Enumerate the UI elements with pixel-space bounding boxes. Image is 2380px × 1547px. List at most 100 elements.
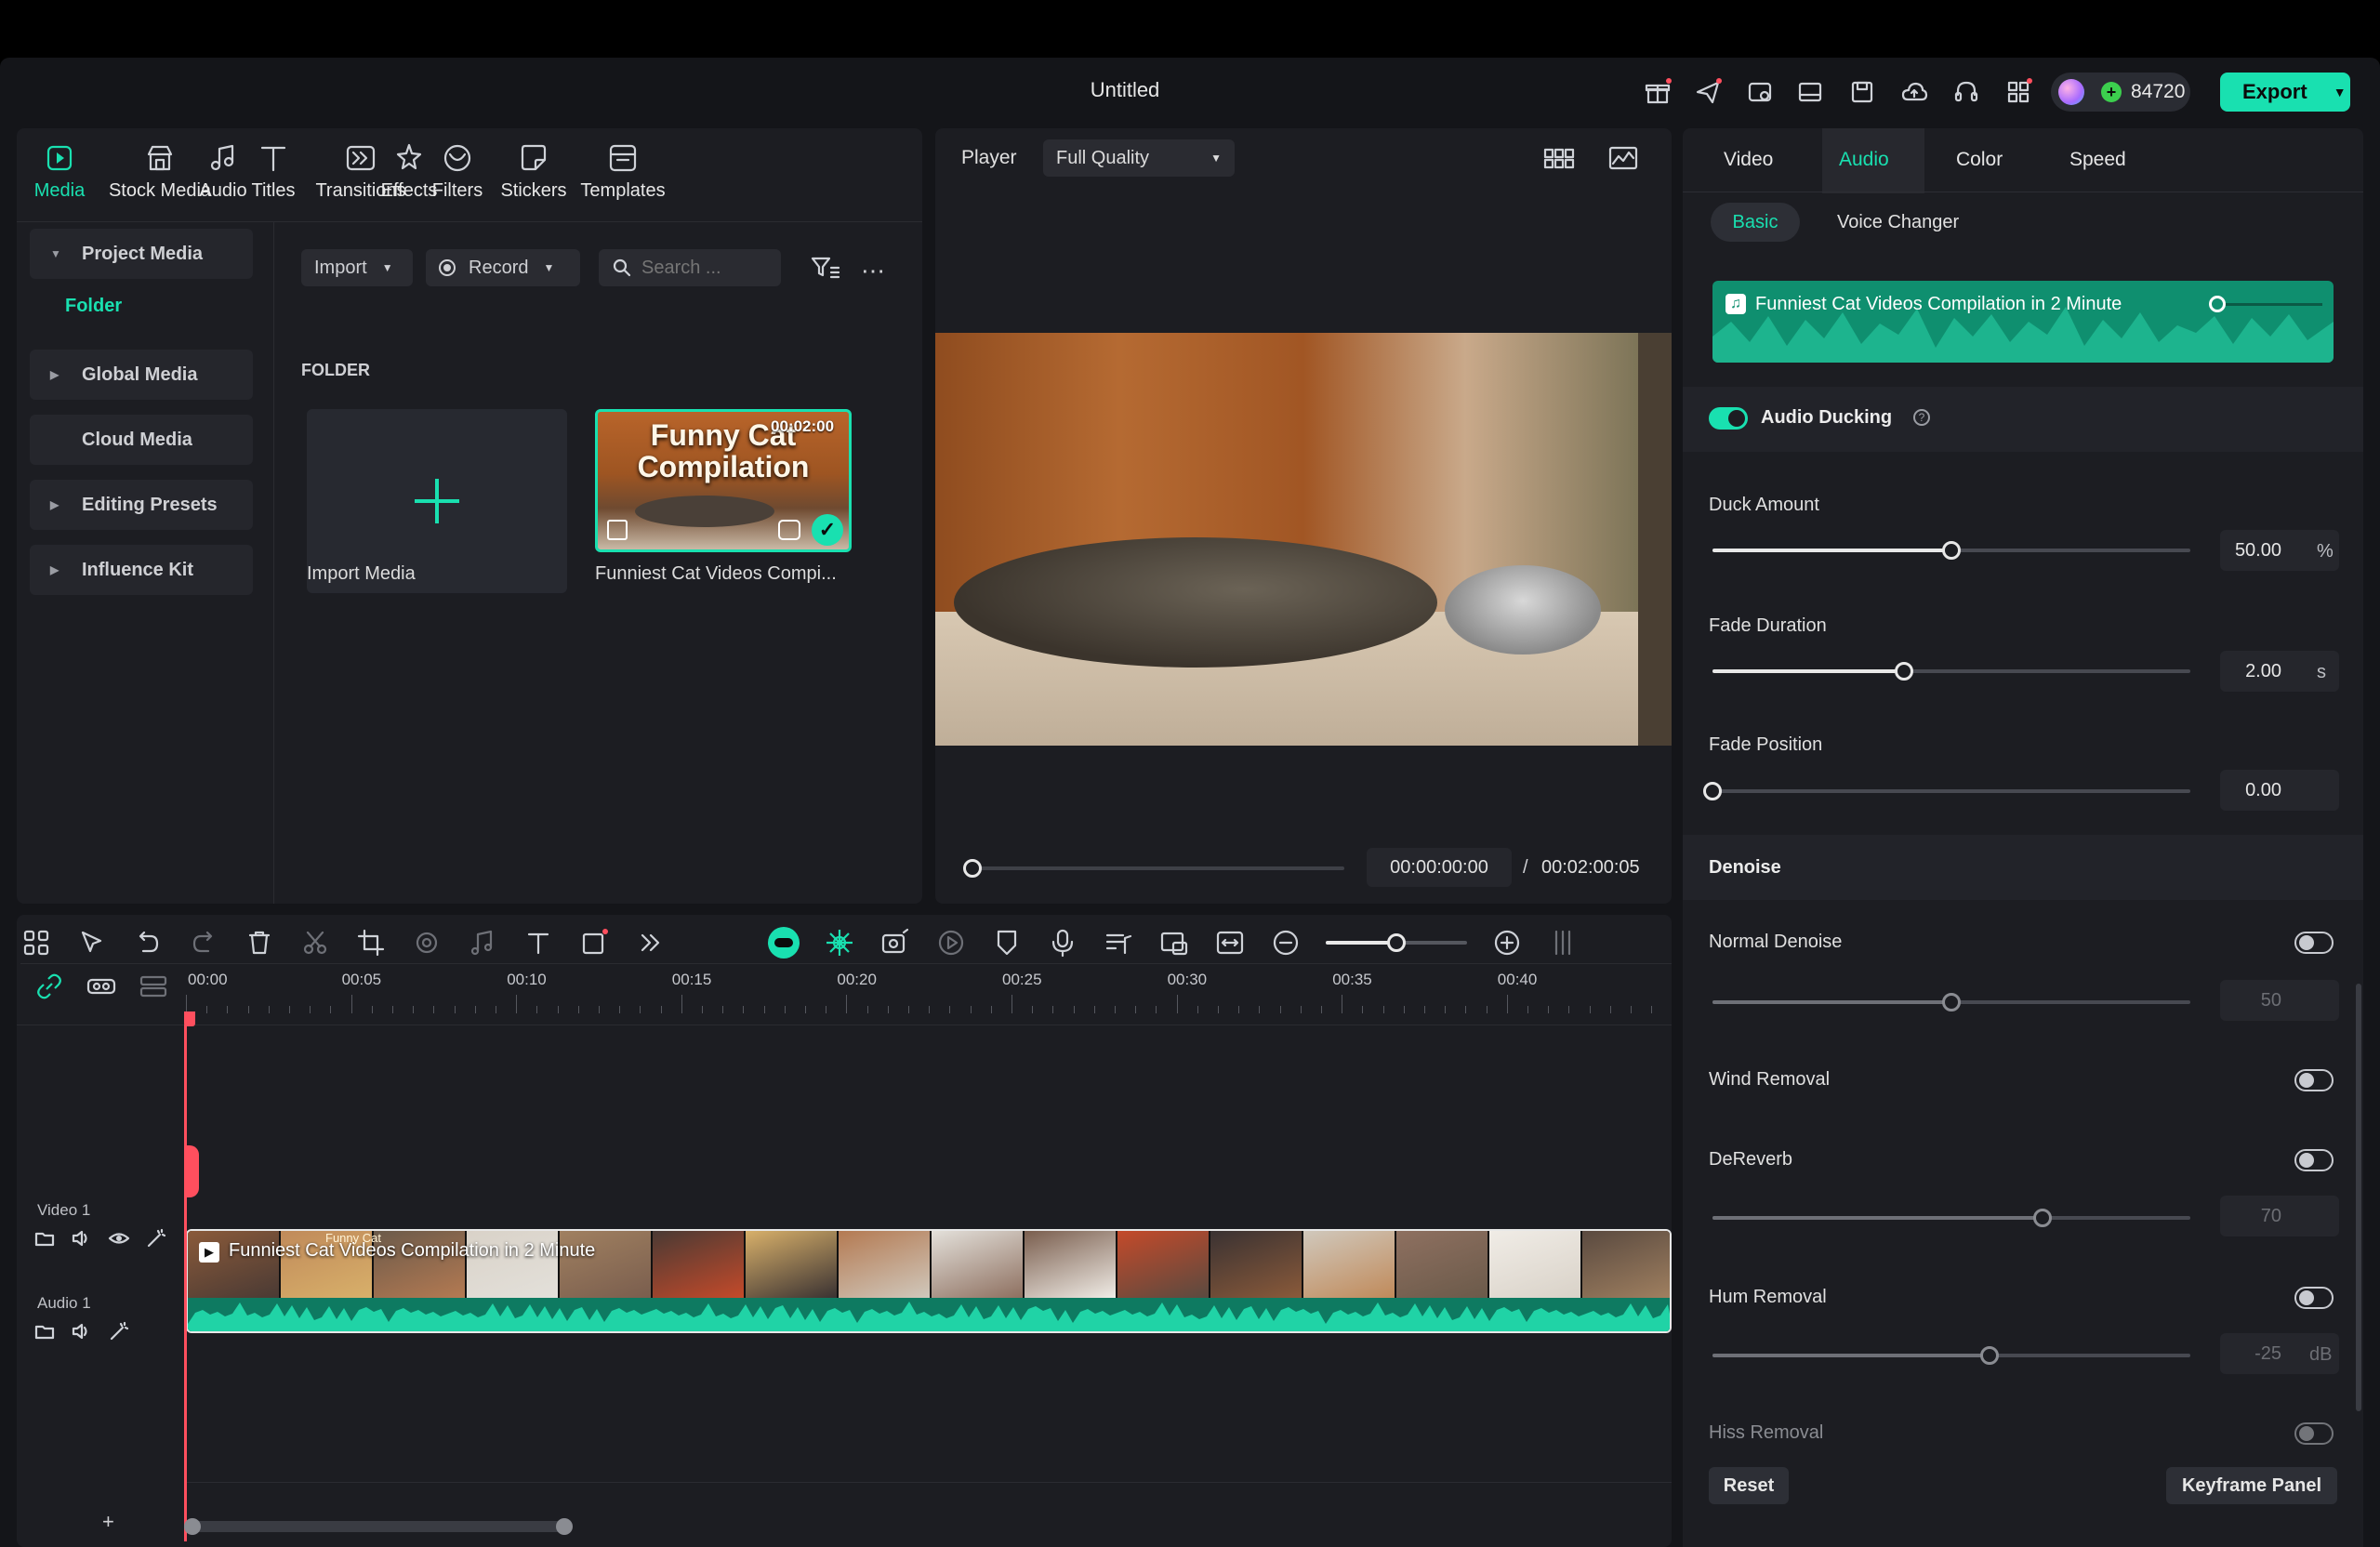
apps-grid-icon[interactable] — [2004, 78, 2032, 106]
audio-waveform-card[interactable]: ♫ Funniest Cat Videos Compilation in 2 M… — [1712, 281, 2334, 363]
tab-templates[interactable]: Templates — [571, 141, 675, 202]
undo-icon[interactable] — [132, 927, 164, 959]
timeline-ruler[interactable]: 00:00 00:05 00:10 00:15 00:20 00:25 00:30 00:35… — [186, 971, 1672, 1025]
chevron-down-icon[interactable]: ▼ — [2334, 85, 2347, 99]
scopes-icon[interactable] — [1608, 145, 1638, 171]
playhead-marker[interactable] — [184, 1145, 199, 1197]
sidebar-item-folder[interactable]: Folder — [65, 296, 122, 317]
dereverb-toggle[interactable] — [2294, 1149, 2334, 1171]
mark-icon[interactable] — [991, 927, 1023, 959]
gift-icon[interactable] — [1644, 78, 1672, 106]
normal-denoise-value[interactable]: 50 — [2220, 980, 2339, 1021]
microphone-icon[interactable] — [1047, 927, 1078, 959]
import-button[interactable]: Import ▼ — [301, 249, 413, 286]
auto-edit-icon[interactable] — [145, 1227, 167, 1250]
speaker-icon[interactable] — [71, 1227, 93, 1250]
redo-icon[interactable] — [188, 927, 219, 959]
sidebar-item-project-media[interactable]: ▼ Project Media — [30, 229, 253, 279]
delete-icon[interactable] — [244, 927, 275, 959]
progress-knob[interactable] — [963, 859, 982, 878]
folder-icon[interactable] — [33, 1227, 56, 1250]
auto-edit-icon[interactable] — [108, 1320, 130, 1342]
grid-view-icon[interactable] — [1543, 147, 1575, 169]
auto-reframe-icon[interactable] — [879, 927, 911, 959]
timeline-scrollbar[interactable] — [184, 1518, 573, 1535]
record-button[interactable]: Record ▼ — [426, 249, 580, 286]
tab-color[interactable]: Color — [1956, 149, 2003, 171]
sidebar-item-influence-kit[interactable]: ▶ Influence Kit — [30, 545, 253, 595]
pip-icon[interactable] — [1158, 927, 1190, 959]
media-library-icon[interactable] — [1746, 78, 1774, 106]
speaker-icon[interactable] — [71, 1320, 93, 1342]
shape-tool-icon[interactable] — [578, 927, 610, 959]
playhead[interactable] — [184, 1025, 187, 1541]
more-tools-icon[interactable] — [634, 927, 666, 959]
quality-select[interactable]: Full Quality ▼ — [1043, 139, 1235, 177]
playhead-handle[interactable] — [184, 1012, 195, 1026]
layout-icon[interactable] — [1796, 78, 1824, 106]
add-track-icon[interactable]: + — [102, 1510, 114, 1534]
layout-grid-icon[interactable] — [20, 927, 52, 959]
link-icon[interactable] — [33, 972, 65, 1000]
dereverb-slider[interactable] — [1712, 1209, 2190, 1227]
filter-sort-icon[interactable] — [811, 255, 840, 281]
audio-mixer-icon[interactable] — [1103, 927, 1134, 959]
normal-denoise-slider[interactable] — [1712, 993, 2190, 1012]
subtab-basic[interactable]: Basic — [1711, 203, 1800, 242]
clip-volume-knob[interactable] — [2209, 296, 2226, 312]
fit-timeline-icon[interactable] — [1214, 927, 1246, 959]
keyframe-panel-button[interactable]: Keyframe Panel — [2166, 1467, 2337, 1504]
subtab-voice-changer[interactable]: Voice Changer — [1837, 212, 1959, 233]
headset-icon[interactable] — [1952, 78, 1980, 106]
tab-filters[interactable]: Filters — [415, 141, 500, 202]
fade-position-slider[interactable] — [1703, 782, 2190, 800]
text-tool-icon[interactable] — [522, 927, 554, 959]
search-field[interactable] — [599, 249, 781, 286]
wind-removal-toggle[interactable] — [2294, 1069, 2334, 1091]
folder-icon[interactable] — [33, 1320, 56, 1342]
sidebar-item-cloud-media[interactable]: Cloud Media — [30, 415, 253, 465]
playback-progress[interactable] — [963, 859, 1344, 878]
sidebar-item-editing-presets[interactable]: ▶ Editing Presets — [30, 480, 253, 530]
hum-removal-slider[interactable] — [1712, 1346, 2190, 1365]
ai-object-icon[interactable] — [411, 927, 443, 959]
video-clip[interactable]: Funniest Cat Videos Compilation in 2 Min… — [186, 1229, 1672, 1333]
tab-stickers[interactable]: Stickers — [491, 141, 576, 202]
zoom-slider[interactable] — [1326, 933, 1467, 952]
snap-icon[interactable] — [824, 927, 855, 959]
properties-scrollbar[interactable] — [2356, 984, 2361, 1411]
ai-assistant-icon[interactable] — [768, 927, 800, 959]
tab-titles[interactable]: Titles — [231, 141, 316, 202]
chain-clip-icon[interactable] — [86, 972, 117, 1000]
zoom-out-icon[interactable] — [1270, 927, 1302, 959]
export-button[interactable]: Export ▼ — [2220, 73, 2350, 112]
crop-icon[interactable] — [355, 927, 387, 959]
audio-ducking-toggle[interactable] — [1709, 407, 1748, 430]
save-icon[interactable] — [1848, 78, 1876, 106]
credits-badge[interactable]: + 84720 — [2051, 73, 2190, 112]
clip-thumbnail[interactable]: Funny Cat Compilation 00:02:00 ✓ — [595, 409, 852, 552]
tab-audio[interactable]: Audio — [1839, 149, 1889, 171]
video-preview[interactable] — [935, 333, 1672, 746]
hum-removal-toggle[interactable] — [2294, 1287, 2334, 1309]
fade-position-value[interactable]: 0.00 — [2220, 770, 2339, 811]
sidebar-item-global-media[interactable]: ▶ Global Media — [30, 350, 253, 400]
track-layout-icon[interactable] — [1547, 927, 1579, 959]
avatar[interactable] — [2058, 79, 2084, 105]
zoom-in-icon[interactable] — [1491, 927, 1523, 959]
tab-media[interactable]: Media — [17, 141, 102, 202]
fade-duration-slider[interactable] — [1712, 662, 2190, 681]
render-preview-icon[interactable] — [935, 927, 967, 959]
audio-stretch-icon[interactable] — [467, 927, 498, 959]
cloud-upload-icon[interactable] — [1900, 78, 1928, 106]
search-input[interactable] — [641, 257, 772, 279]
more-options-icon[interactable]: ⋯ — [861, 257, 886, 285]
current-time[interactable]: 00:00:00:00 — [1367, 848, 1512, 887]
help-icon[interactable]: ? — [1913, 409, 1930, 426]
eye-icon[interactable] — [108, 1227, 130, 1250]
split-icon[interactable] — [299, 927, 331, 959]
send-icon[interactable] — [1694, 78, 1722, 106]
tab-speed[interactable]: Speed — [2069, 149, 2126, 171]
reset-button[interactable]: Reset — [1709, 1467, 1789, 1504]
normal-denoise-toggle[interactable] — [2294, 932, 2334, 954]
